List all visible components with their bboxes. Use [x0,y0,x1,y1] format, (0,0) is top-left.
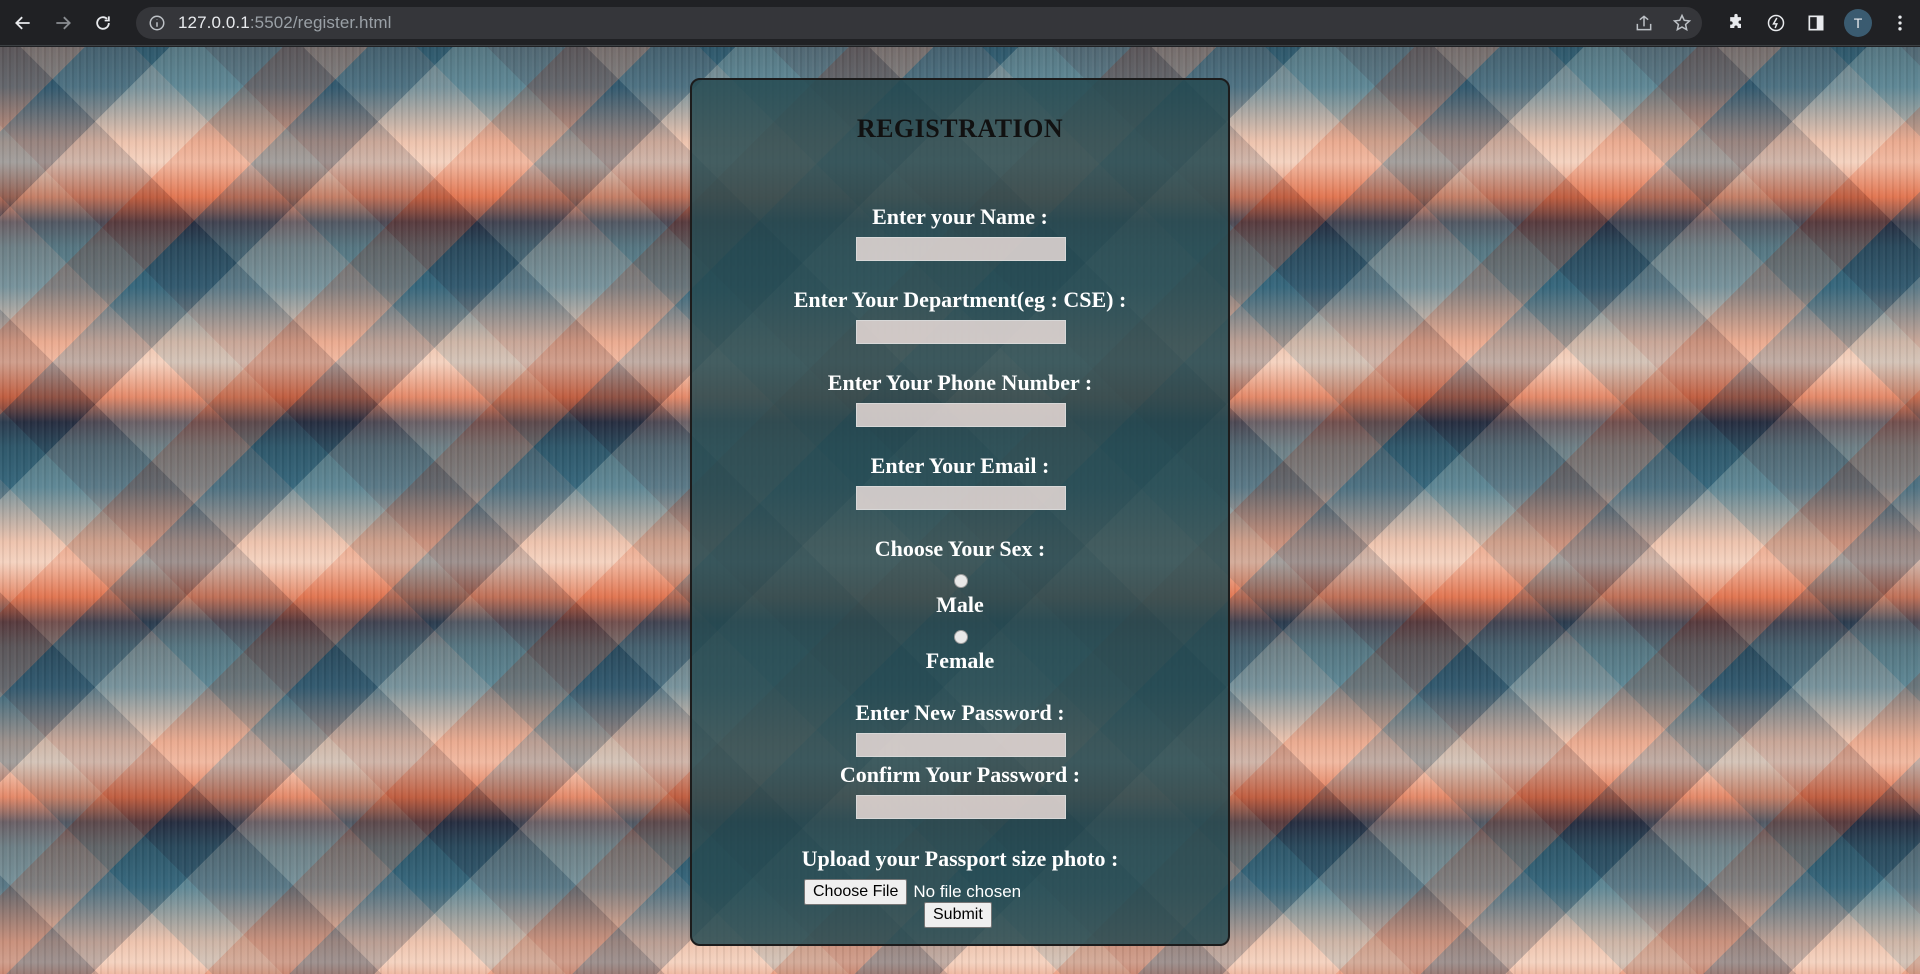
side-panel-icon[interactable] [1803,6,1829,40]
email-input[interactable] [856,486,1066,510]
name-label: Enter your Name : [872,204,1048,229]
share-icon[interactable] [1632,11,1656,35]
performance-icon[interactable] [1763,6,1789,40]
department-input[interactable] [856,320,1066,344]
info-icon[interactable] [148,14,166,32]
email-label: Enter Your Email : [870,453,1050,478]
sex-label: Choose Your Sex : [874,536,1046,561]
photo-label: Upload your Passport size photo : [801,846,1119,871]
url-text[interactable]: 127.0.0.1:5502/register.html [178,13,392,33]
registration-form: REGISTRATION Enter your Name : Enter You… [690,78,1230,946]
url-host: 127.0.0.1 [178,13,250,32]
forward-button[interactable] [46,6,80,40]
extensions-puzzle-icon[interactable] [1723,6,1749,40]
choose-file-button[interactable]: Choose File [804,879,908,905]
form-title: REGISTRATION [856,114,1064,143]
bookmark-star-icon[interactable] [1670,11,1694,35]
reload-icon [96,15,110,30]
profile-avatar[interactable]: T [1844,9,1872,37]
password-label: Enter New Password : [855,700,1065,725]
male-radio[interactable] [954,574,968,588]
confirm-password-label: Confirm Your Password : [839,762,1081,787]
submit-button[interactable]: Submit [924,902,992,928]
male-label: Male [936,592,984,617]
arrow-left-icon [15,16,30,29]
url-path: :5502/register.html [249,13,392,32]
browser-toolbar: 127.0.0.1:5502/register.html T [0,0,1920,46]
confirm-password-input[interactable] [856,795,1066,819]
phone-input[interactable] [856,403,1066,427]
back-button[interactable] [6,6,40,40]
department-label: Enter Your Department(eg : CSE) : [793,287,1127,312]
password-input[interactable] [856,733,1066,757]
name-input[interactable] [856,237,1066,261]
female-radio[interactable] [954,630,968,644]
address-bar[interactable]: 127.0.0.1:5502/register.html [136,7,1702,39]
more-menu-icon[interactable] [1887,6,1913,40]
reload-button[interactable] [86,6,120,40]
female-label: Female [925,648,995,673]
file-status-text: No file chosen [913,882,1022,901]
page-background: REGISTRATION Enter your Name : Enter You… [0,47,1920,974]
arrow-right-icon [56,16,71,29]
phone-label: Enter Your Phone Number : [827,370,1093,395]
